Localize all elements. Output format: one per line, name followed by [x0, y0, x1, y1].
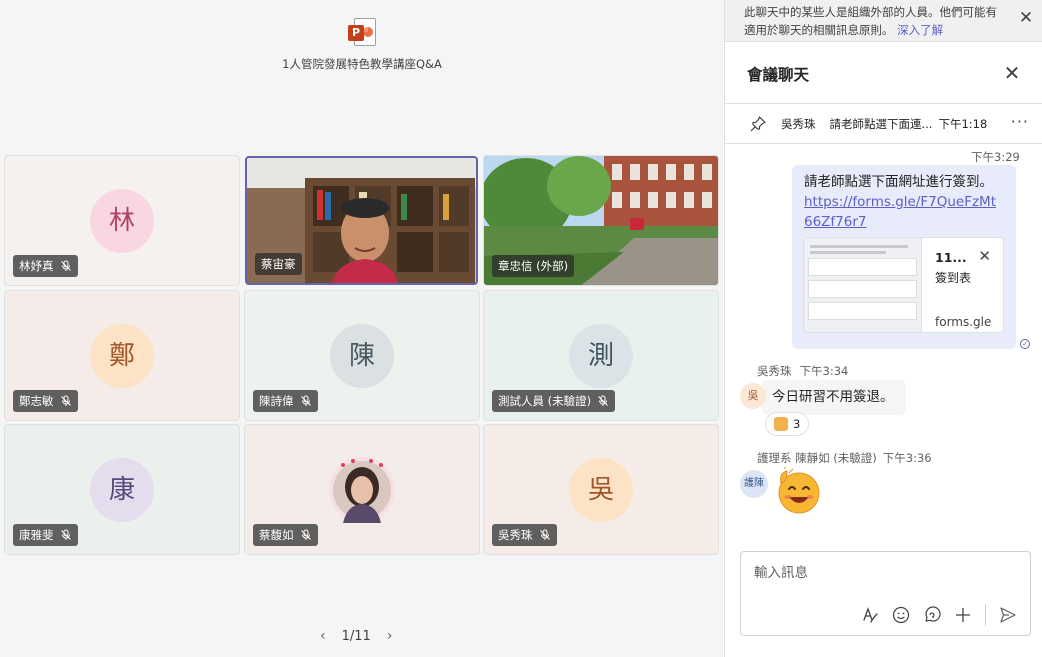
powerpoint-icon: P — [348, 18, 376, 48]
participant-tile[interactable]: 康 康雅斐 — [4, 424, 240, 555]
participant-name-tag: 蔡宙豪 — [255, 253, 302, 275]
link-preview-title: 11... — [935, 250, 967, 265]
participant-video-tile[interactable]: 章忠信 (外部) — [483, 155, 719, 286]
shared-file-name: 1人管院發展特色教學講座Q&A — [282, 57, 442, 71]
send-icon[interactable] — [999, 606, 1017, 624]
participant-avatar: 測 — [569, 324, 633, 388]
link-preview-card[interactable]: 11... 簽到表 forms.gle ✕ — [803, 237, 1004, 333]
mic-off-icon — [60, 529, 71, 540]
participant-avatar: 陳 — [330, 324, 394, 388]
message-text: 請老師點選下面網址進行簽到。 — [804, 174, 993, 190]
participant-tile[interactable]: 蔡馥如 — [244, 424, 480, 555]
message-input[interactable] — [754, 562, 1014, 584]
more-options-icon[interactable]: ··· — [1011, 114, 1029, 130]
compose-toolbar — [861, 604, 1017, 626]
participant-name: 蔡宙豪 — [261, 257, 296, 271]
sent-message-bubble[interactable]: 請老師點選下面網址進行簽到。 https://forms.gle/F7QueFz… — [792, 165, 1016, 349]
message-list: 下午3:29 請老師點選下面網址進行簽到。 https://forms.gle/… — [725, 145, 1042, 545]
close-preview-icon[interactable]: ✕ — [978, 246, 991, 266]
participant-name: 陳詩偉 — [259, 394, 294, 408]
close-icon[interactable]: ✕ — [1017, 9, 1035, 27]
chat-header: 會議聊天 ✕ — [725, 42, 1042, 104]
external-participants-banner: 此聊天中的某些人是組織外部的人員。他們可能有適用於聊天的相關訊息原則。 深入了解… — [725, 0, 1042, 42]
pin-icon — [750, 115, 766, 131]
learn-more-link[interactable]: 深入了解 — [897, 23, 943, 37]
link-preview-thumbnail — [804, 238, 922, 332]
participant-name-tag: 測試人員 (未驗證) — [492, 390, 616, 412]
message-meta: 護理系 陳靜如 (未驗證) 下午3:36 — [757, 450, 938, 466]
emoji-icon[interactable] — [892, 606, 910, 624]
participant-name: 章忠信 (外部) — [498, 259, 569, 273]
mic-off-icon — [300, 529, 311, 540]
banner-text: 此聊天中的某些人是組織外部的人員。他們可能有適用於聊天的相關訊息原則。 — [744, 5, 997, 37]
participant-avatar: 鄭 — [90, 324, 154, 388]
participant-avatar: 吳 — [569, 458, 633, 522]
pinned-text: 請老師點選下面連... — [829, 116, 933, 131]
loop-component-icon[interactable] — [923, 606, 941, 624]
participant-name-tag: 陳詩偉 — [253, 390, 318, 412]
participant-name-tag: 鄭志敏 — [13, 390, 78, 412]
meeting-stage: P 1人管院發展特色教學講座Q&A 林 林妤真 蔡宙豪 章忠信 (外部) 鄭 鄭… — [0, 0, 724, 657]
participant-name: 康雅斐 — [19, 528, 54, 542]
mic-off-icon — [598, 395, 608, 406]
previous-page-icon[interactable]: ‹ — [320, 628, 326, 644]
participant-name-tag: 吳秀珠 — [492, 524, 557, 546]
participant-name-tag: 章忠信 (外部) — [492, 255, 575, 277]
sender-avatar: 吳 — [740, 383, 766, 409]
close-chat-icon[interactable]: ✕ — [1001, 62, 1023, 84]
pinned-time: 下午1:18 — [938, 116, 988, 131]
participant-avatar: 康 — [90, 458, 154, 522]
message-timestamp: 下午3:29 — [971, 150, 1020, 164]
shared-content[interactable]: P 1人管院發展特色教學講座Q&A — [250, 18, 474, 72]
meeting-chat-panel: 此聊天中的某些人是組織外部的人員。他們可能有適用於聊天的相關訊息原則。 深入了解… — [724, 0, 1042, 657]
message-text: 今日研習不用簽退。 — [772, 389, 894, 405]
page-indicator: 1/11 — [341, 628, 371, 644]
message-link[interactable]: https://forms.gle/F7QueFzMt66Zf76r7 — [804, 192, 1004, 232]
participant-tile[interactable]: 吳 吳秀珠 — [483, 424, 719, 555]
sender-avatar: 護陳 — [740, 470, 768, 498]
mic-off-icon — [60, 260, 71, 271]
participant-name-tag: 康雅斐 — [13, 524, 78, 546]
participant-name: 吳秀珠 — [498, 528, 533, 542]
pinned-message[interactable]: 吳秀珠 請老師點選下面連... 下午1:18 ··· — [725, 104, 1042, 144]
mic-off-icon — [60, 395, 71, 406]
participant-name-tag: 蔡馥如 — [253, 524, 318, 546]
gallery-pager: ‹ 1/11 › — [320, 628, 392, 644]
mic-off-icon — [300, 395, 311, 406]
add-icon[interactable] — [954, 606, 972, 624]
participant-name-tag: 林妤真 — [13, 255, 78, 277]
participant-name: 鄭志敏 — [19, 394, 54, 408]
participant-photo-avatar — [329, 457, 395, 523]
message-author: 吳秀珠 — [757, 364, 792, 378]
participant-tile[interactable]: 陳 陳詩偉 — [244, 290, 480, 421]
participant-tile[interactable]: 鄭 鄭志敏 — [4, 290, 240, 421]
participant-tile[interactable]: 林 林妤真 — [4, 155, 240, 286]
thumbs-up-icon — [774, 417, 788, 431]
pinned-author: 吳秀珠 — [781, 116, 816, 131]
participant-tile[interactable]: 測 測試人員 (未驗證) — [483, 290, 719, 421]
participant-name: 蔡馥如 — [259, 528, 294, 542]
reaction-count: 3 — [793, 417, 801, 431]
mic-off-icon — [539, 529, 550, 540]
participant-video-tile[interactable]: 蔡宙豪 — [245, 156, 478, 285]
message-author: 護理系 陳靜如 (未驗證) — [757, 451, 877, 465]
participant-name: 測試人員 (未驗證) — [498, 394, 592, 408]
reaction-badge[interactable]: 3 — [765, 412, 810, 436]
received-message-bubble[interactable]: 今日研習不用簽退。 — [762, 380, 906, 415]
participant-name: 林妤真 — [19, 259, 54, 273]
read-receipt-icon: ✓ — [1020, 339, 1030, 349]
participant-avatar: 林 — [90, 189, 154, 253]
toolbar-divider — [985, 604, 986, 626]
link-preview-domain: forms.gle — [935, 315, 992, 329]
chat-title: 會議聊天 — [747, 66, 810, 84]
smiling-face-emoji-icon[interactable] — [775, 467, 823, 515]
message-compose-box — [740, 551, 1031, 636]
message-timestamp: 下午3:34 — [799, 364, 849, 378]
message-timestamp: 下午3:36 — [882, 451, 932, 465]
format-icon[interactable] — [861, 606, 879, 624]
next-page-icon[interactable]: › — [387, 628, 393, 644]
link-preview-subtitle: 簽到表 — [935, 271, 972, 285]
message-meta: 吳秀珠 下午3:34 — [757, 363, 856, 379]
